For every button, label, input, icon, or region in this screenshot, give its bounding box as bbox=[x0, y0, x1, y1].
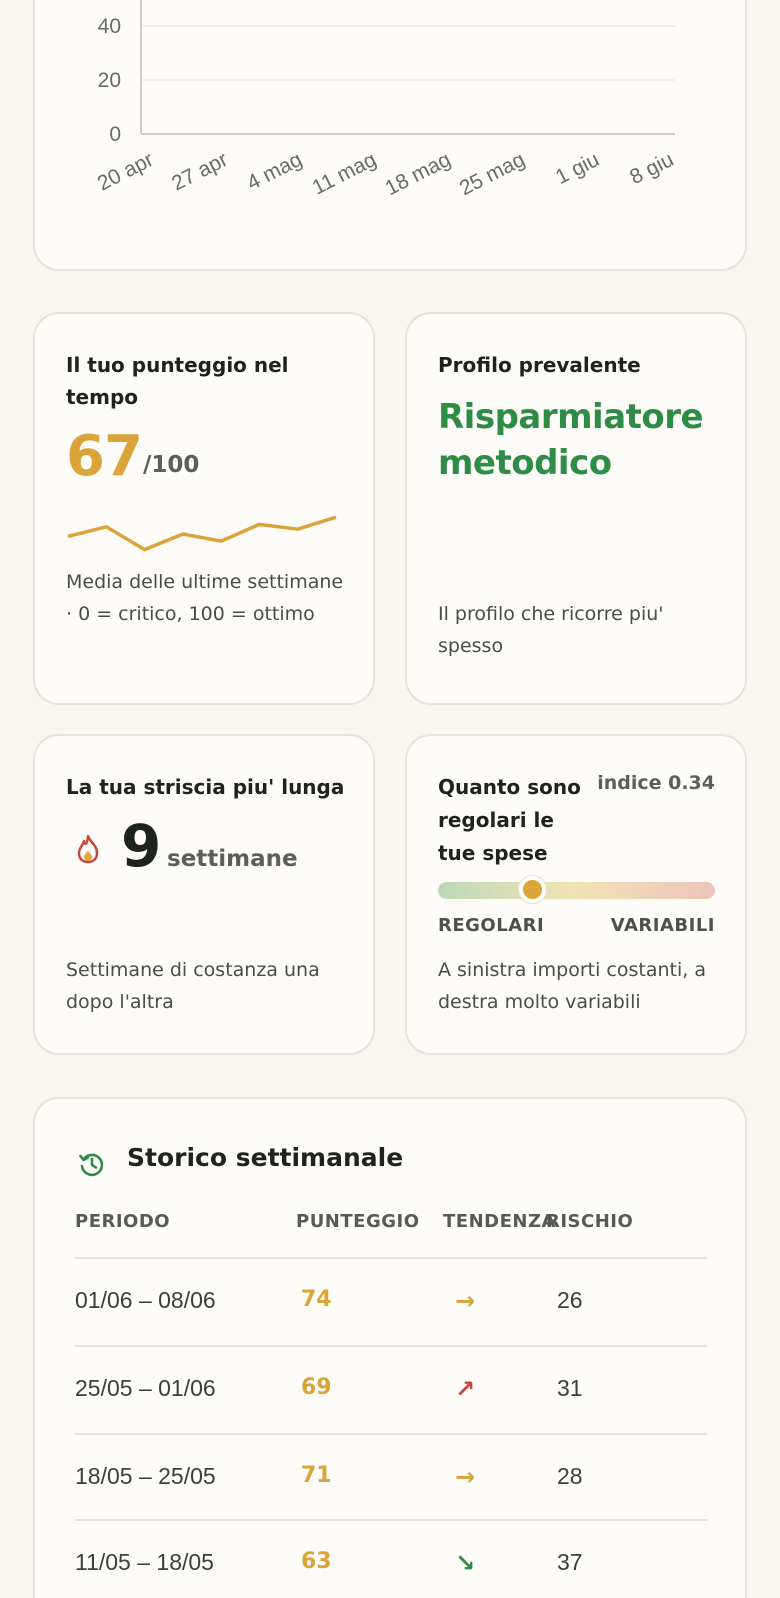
score-card-title: Il tuo punteggio nel tempo bbox=[66, 353, 289, 409]
x-tick-label: 20 apr bbox=[94, 148, 158, 196]
table-row: 11/05 – 18/05 63 ↘ 37 bbox=[75, 1519, 707, 1598]
header-risk: RISCHIO bbox=[546, 1211, 634, 1232]
header-trend: TENDENZA bbox=[443, 1211, 556, 1232]
score-card: Il tuo punteggio nel tempo 67 /100 Media… bbox=[33, 312, 375, 705]
regularity-index: indice 0.34 bbox=[597, 772, 715, 794]
x-tick-label: 27 apr bbox=[168, 148, 232, 196]
score-value: 67 bbox=[66, 424, 143, 489]
y-tick-label: 20 bbox=[98, 69, 121, 92]
x-tick-label: 1 giu bbox=[552, 148, 603, 189]
profile-card-title: Profilo prevalente bbox=[438, 353, 641, 377]
score-sparkline bbox=[67, 515, 337, 552]
streak-unit: settimane bbox=[167, 846, 298, 872]
score-description: Media delle ultime settimane · 0 = criti… bbox=[66, 571, 344, 625]
streak-description: Settimane di costanza una dopo l'altra bbox=[66, 959, 320, 1013]
profile-card: Profilo prevalente Risparmiatore metodic… bbox=[405, 312, 747, 705]
table-row: 01/06 – 08/06 74 → 26 bbox=[75, 1257, 707, 1345]
table-row: 18/05 – 25/05 71 → 28 bbox=[75, 1433, 707, 1521]
row-score: 69 bbox=[301, 1375, 332, 1400]
x-tick-label: 8 giu bbox=[626, 148, 677, 189]
row-risk: 31 bbox=[557, 1375, 583, 1401]
row-period: 01/06 – 08/06 bbox=[75, 1287, 216, 1313]
profile-description: Il profilo che ricorre piu' spesso bbox=[438, 603, 664, 657]
trend-flat-icon: → bbox=[455, 1463, 476, 1491]
x-tick-label: 25 mag bbox=[456, 148, 529, 200]
trend-chart-card: 0 20 40 20 apr 27 apr 4 mag 11 mag 18 mag 25 mag… bbox=[33, 0, 747, 271]
trend-up-icon: ↗ bbox=[455, 1375, 476, 1403]
streak-value: 9 bbox=[121, 812, 162, 880]
regularity-right-label: VARIABILI bbox=[610, 915, 715, 936]
header-score: PUNTEGGIO bbox=[296, 1211, 420, 1232]
streak-card: La tua striscia piu' lunga 9 settimane S… bbox=[33, 734, 375, 1055]
x-tick-label: 4 mag bbox=[243, 148, 305, 195]
streak-card-title: La tua striscia piu' lunga bbox=[66, 775, 345, 799]
regularity-description: A sinistra importi costanti, a destra mo… bbox=[438, 959, 706, 1013]
regularity-marker bbox=[518, 876, 546, 903]
y-tick-label: 0 bbox=[109, 123, 121, 146]
row-score: 74 bbox=[301, 1287, 332, 1312]
table-row: 25/05 – 01/06 69 ↗ 31 bbox=[75, 1345, 707, 1433]
trend-chart: 0 20 40 20 apr 27 apr 4 mag 11 mag 18 mag 25 mag… bbox=[94, 0, 677, 200]
row-risk: 28 bbox=[557, 1463, 583, 1489]
header-period: PERIODO bbox=[75, 1211, 171, 1232]
regularity-left-label: REGOLARI bbox=[438, 915, 545, 936]
profile-value: Risparmiatore metodico bbox=[438, 397, 704, 483]
regularity-scale-bar bbox=[438, 876, 715, 903]
score-max: /100 bbox=[143, 452, 200, 478]
history-card: Storico settimanale PERIODO PUNTEGGIO TE… bbox=[33, 1097, 747, 1598]
row-period: 11/05 – 18/05 bbox=[75, 1549, 214, 1575]
row-risk: 26 bbox=[557, 1287, 583, 1313]
x-tick-label: 18 mag bbox=[382, 148, 455, 200]
trend-flat-icon: → bbox=[455, 1287, 476, 1315]
row-score: 63 bbox=[301, 1549, 332, 1574]
row-period: 18/05 – 25/05 bbox=[75, 1463, 216, 1489]
regularity-card-title: Quanto sono regolari le tue spese bbox=[438, 775, 581, 865]
history-title: Storico settimanale bbox=[127, 1143, 404, 1172]
history-icon bbox=[78, 1150, 106, 1182]
row-risk: 37 bbox=[557, 1549, 583, 1575]
row-period: 25/05 – 01/06 bbox=[75, 1375, 216, 1401]
sparkline-line bbox=[67, 515, 337, 552]
row-score: 71 bbox=[301, 1463, 332, 1488]
trend-down-icon: ↘ bbox=[455, 1549, 476, 1577]
regularity-card: Quanto sono regolari le tue spese indice… bbox=[405, 734, 747, 1055]
x-tick-label: 11 mag bbox=[309, 148, 380, 200]
y-tick-label: 40 bbox=[98, 15, 121, 38]
flame-icon bbox=[75, 834, 101, 868]
